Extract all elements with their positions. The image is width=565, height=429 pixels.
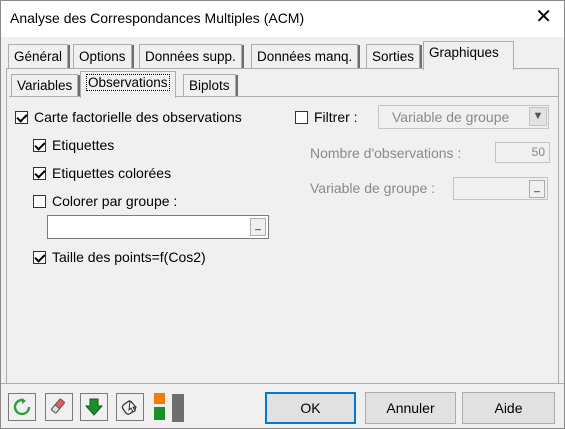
nb-obs-row: Nombre d'observations : <box>310 145 461 161</box>
close-icon[interactable]: ✕ <box>535 7 552 27</box>
subtab-label: Biplots <box>189 78 230 93</box>
taille-points-option[interactable]: Taille des points=f(Cos2) <box>33 249 206 265</box>
etiquettes-colorees-label: Etiquettes colorées <box>52 165 172 181</box>
tab-label: Données manq. <box>257 49 353 64</box>
browse-icon[interactable]: _ <box>250 218 266 236</box>
orange-swatch <box>154 393 165 404</box>
variable-groupe-row: Variable de groupe : <box>310 180 435 196</box>
tab-options[interactable]: Options <box>73 44 134 69</box>
taille-points-label: Taille des points=f(Cos2) <box>52 249 206 265</box>
subtab-label: Variables <box>17 78 73 93</box>
tab-general[interactable]: Général <box>8 44 71 69</box>
tab-graphiques[interactable]: Graphiques <box>423 41 514 70</box>
select-button[interactable] <box>116 393 144 421</box>
subtab-label: Observations <box>86 74 170 91</box>
taille-points-checkbox[interactable] <box>33 250 46 264</box>
tab-label: Options <box>79 49 126 64</box>
clear-button[interactable] <box>45 393 73 421</box>
nb-obs-label: Nombre d'observations : <box>310 145 462 161</box>
colorer-par-groupe-label: Colorer par groupe : <box>52 193 178 209</box>
green-swatch <box>154 407 165 420</box>
tab-donnees-supp[interactable]: Données supp. <box>139 44 244 69</box>
etiquettes-colorees-option[interactable]: Etiquettes colorées <box>33 165 171 181</box>
tab-label: Sorties <box>372 49 415 64</box>
annuler-button[interactable]: Annuler <box>365 392 456 424</box>
ok-button[interactable]: OK <box>265 392 356 424</box>
filter-select[interactable]: Variable de groupe ▼ <box>378 105 549 129</box>
title-bar: Analyse des Correspondances Multiples (A… <box>1 1 564 37</box>
etiquettes-checkbox[interactable] <box>33 138 46 152</box>
main-tabs: Général Options Données supp. Données ma… <box>1 41 564 70</box>
filtrer-option[interactable]: Filtrer : <box>295 109 358 125</box>
filtrer-checkbox[interactable] <box>295 110 308 124</box>
dialog-window: Analyse des Correspondances Multiples (A… <box>0 0 565 429</box>
etiquettes-colorees-checkbox[interactable] <box>33 166 46 180</box>
browse-icon[interactable]: _ <box>529 180 545 198</box>
colorer-groupe-field[interactable]: _ <box>47 215 269 239</box>
download-button[interactable] <box>80 393 108 421</box>
chevron-down-icon[interactable]: ▼ <box>529 107 547 126</box>
variable-groupe-field[interactable]: _ <box>453 177 548 200</box>
color-icon[interactable] <box>151 393 168 422</box>
tab-donnees-manq[interactable]: Données manq. <box>251 44 361 69</box>
colorer-par-groupe-checkbox[interactable] <box>33 194 46 208</box>
divider <box>1 383 564 384</box>
download-icon <box>84 398 104 416</box>
tab-label: Graphiques <box>429 45 499 60</box>
window-title: Analyse des Correspondances Multiples (A… <box>10 10 305 26</box>
filter-select-value: Variable de groupe <box>392 109 510 125</box>
filtrer-label: Filtrer : <box>314 109 358 125</box>
aide-button[interactable]: Aide <box>462 392 555 424</box>
subtab-biplots[interactable]: Biplots <box>183 74 238 97</box>
eraser-icon <box>51 398 65 414</box>
reset-icon <box>13 398 31 416</box>
variable-groupe-label: Variable de groupe : <box>310 180 436 196</box>
subtab-observations[interactable]: Observations <box>80 71 176 98</box>
colorer-par-groupe-option[interactable]: Colorer par groupe : <box>33 193 177 209</box>
subtab-variables[interactable]: Variables <box>11 74 81 97</box>
carte-factorielle-checkbox[interactable] <box>15 110 28 124</box>
carte-factorielle-label: Carte factorielle des observations <box>34 109 242 125</box>
color-bar <box>172 394 184 422</box>
select-icon <box>121 399 138 415</box>
etiquettes-label: Etiquettes <box>52 137 115 153</box>
tab-label: Général <box>14 49 63 64</box>
tab-label: Données supp. <box>145 49 236 64</box>
etiquettes-option[interactable]: Etiquettes <box>33 137 114 153</box>
reset-button[interactable] <box>8 393 36 421</box>
tab-sorties[interactable]: Sorties <box>366 44 423 69</box>
sub-tabs: Variables Observations Biplots <box>11 71 551 98</box>
nb-obs-input[interactable]: 50 <box>495 142 550 163</box>
carte-factorielle-option[interactable]: Carte factorielle des observations <box>15 109 242 125</box>
